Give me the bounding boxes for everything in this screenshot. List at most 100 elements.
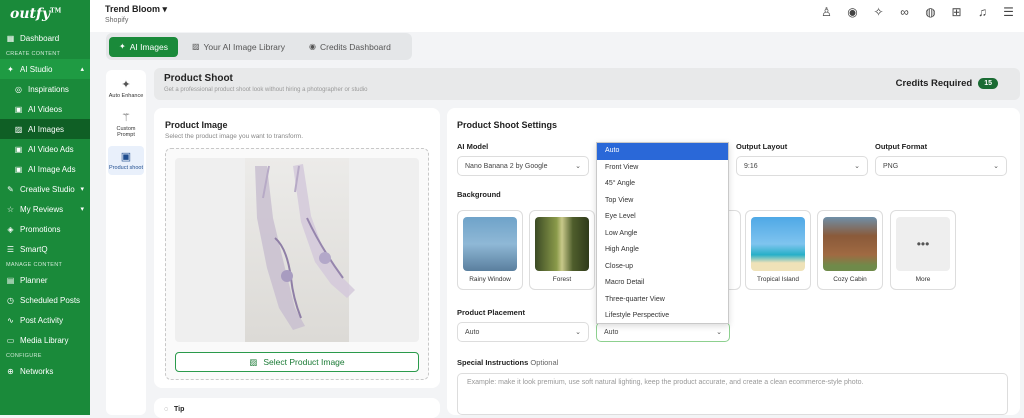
sidebar-item-media-library[interactable]: ▭ Media Library bbox=[0, 330, 90, 350]
camera-angle-dropdown: Auto Front View 45° Angle Top View Eye L… bbox=[596, 142, 729, 324]
tab-ai-images[interactable]: ✦ AI Images bbox=[109, 36, 178, 57]
rainy-window-thumbnail bbox=[463, 217, 517, 271]
tip-card[interactable]: ◌ Tip bbox=[154, 398, 440, 418]
partners-icon[interactable]: ∞ bbox=[897, 5, 912, 20]
sidebar-item-scheduled-posts[interactable]: ◷ Scheduled Posts bbox=[0, 290, 90, 310]
sidebar-item-inspirations[interactable]: ◎ Inspirations bbox=[0, 79, 90, 99]
menu-icon[interactable]: ☰ bbox=[1001, 5, 1016, 20]
chevron-up-icon: ▴ bbox=[80, 66, 84, 73]
calendar-icon: ▤ bbox=[6, 275, 15, 285]
magic-tools-icon[interactable]: ✧ bbox=[871, 5, 886, 20]
tabs-bar: ✦ AI Images ▨ Your AI Image Library ◉ Credi… bbox=[106, 33, 412, 60]
tool-product-shoot[interactable]: ▣ Product shoot bbox=[108, 146, 144, 175]
output-layout-label: Output Layout bbox=[736, 142, 788, 151]
output-format-select[interactable]: PNG ⌄ bbox=[875, 156, 1007, 176]
ai-icon: ✦ bbox=[7, 64, 14, 74]
dropdown-option-macro-detail[interactable]: Macro Detail bbox=[597, 275, 728, 292]
settings-title: Product Shoot Settings bbox=[457, 120, 557, 130]
output-format-label: Output Format bbox=[875, 142, 928, 151]
queue-icon: ☰ bbox=[6, 244, 15, 254]
sidebar-item-promotions[interactable]: ◈ Promotions bbox=[0, 219, 90, 239]
tip-label: Tip bbox=[174, 406, 185, 413]
folder-icon: ▭ bbox=[6, 335, 15, 345]
coin-icon: ◉ bbox=[308, 42, 316, 51]
tools-panel: ✦ Auto Enhance ⚚ Custom Prompt ▣ Product sh… bbox=[106, 70, 146, 415]
support-icon[interactable]: ◍ bbox=[923, 5, 938, 20]
sidebar-section-manage: MANAGE CONTENT bbox=[6, 262, 63, 268]
tab-credits-dashboard[interactable]: ◉ Credits Dashboard bbox=[299, 37, 401, 57]
product-placement-label: Product Placement bbox=[457, 308, 525, 317]
settings-card: Product Shoot Settings AI Model Nano Ban… bbox=[447, 108, 1020, 415]
sparkle-icon: ✦ bbox=[119, 42, 126, 51]
dropdown-option-front-view[interactable]: Front View bbox=[597, 160, 728, 177]
product-shoot-icon: ▣ bbox=[120, 151, 132, 163]
sidebar-item-my-reviews[interactable]: ☆ My Reviews ▾ bbox=[0, 199, 90, 219]
sidebar-item-dashboard[interactable]: ▦ Dashboard bbox=[0, 28, 90, 48]
chevron-down-icon: ⌄ bbox=[993, 163, 999, 170]
background-option-more[interactable]: ••• More bbox=[890, 210, 956, 290]
store-switcher[interactable]: Trend Bloom ▾ Shopify bbox=[105, 4, 167, 24]
dropdown-option-three-quarter-view[interactable]: Three-quarter View bbox=[597, 292, 728, 309]
product-placement-select[interactable]: Auto ⌄ bbox=[457, 322, 589, 342]
top-bar: Trend Bloom ▾ Shopify ♙ ◉ ✧ ∞ ◍ ⊞ ♫ ☰ bbox=[90, 0, 1024, 32]
sidebar-item-ai-image-ads[interactable]: ▣ AI Image Ads bbox=[0, 159, 90, 179]
sidebar-item-ai-video-ads[interactable]: ▣ AI Video Ads bbox=[0, 139, 90, 159]
image-ad-icon: ▣ bbox=[14, 164, 23, 174]
page-header: Product Shoot Get a professional product… bbox=[154, 68, 1020, 100]
chevron-down-icon: ⌄ bbox=[575, 163, 581, 170]
camera-angle-select[interactable]: Auto ⌄ bbox=[596, 322, 730, 342]
megaphone-icon: ◈ bbox=[7, 224, 14, 234]
tool-auto-enhance[interactable]: ✦ Auto Enhance bbox=[108, 74, 144, 103]
background-option-cozy-cabin[interactable]: Cozy Cabin bbox=[817, 210, 883, 290]
dropdown-option-low-angle[interactable]: Low Angle bbox=[597, 226, 728, 243]
sidebar-item-creative-studio[interactable]: ✎ Creative Studio ▾ bbox=[0, 179, 90, 199]
sidebar-item-ai-videos[interactable]: ▣ AI Videos bbox=[0, 99, 90, 119]
network-icon: ⊕ bbox=[7, 366, 14, 376]
sidebar-section-create: CREATE CONTENT bbox=[6, 51, 61, 57]
billing-icon[interactable]: ◉ bbox=[845, 5, 860, 20]
outfy-logo[interactable]: outfyTM bbox=[0, 0, 90, 28]
sidebar-item-post-activity[interactable]: ∿ Post Activity bbox=[0, 310, 90, 330]
dropdown-option-close-up[interactable]: Close-up bbox=[597, 259, 728, 276]
header-icons: ♙ ◉ ✧ ∞ ◍ ⊞ ♫ ☰ bbox=[819, 5, 1016, 20]
page-title: Product Shoot bbox=[164, 73, 233, 84]
chevron-down-icon: ⌄ bbox=[716, 329, 722, 336]
dropdown-option-lifestyle-perspective[interactable]: Lifestyle Perspective bbox=[597, 308, 728, 325]
background-option-tropical-island[interactable]: Tropical Island bbox=[745, 210, 811, 290]
grid-icon: ▦ bbox=[6, 33, 15, 43]
product-image-title: Product Image bbox=[165, 120, 228, 130]
select-product-image-button[interactable]: ▨ Select Product Image bbox=[175, 352, 419, 372]
ai-model-select[interactable]: Nano Banana 2 by Google ⌄ bbox=[457, 156, 589, 176]
image-dropzone[interactable]: ▨ Select Product Image bbox=[165, 148, 429, 380]
star-icon: ☆ bbox=[6, 204, 15, 214]
user-icon[interactable]: ♙ bbox=[819, 5, 834, 20]
gift-icon[interactable]: ⊞ bbox=[949, 5, 964, 20]
output-layout-select[interactable]: 9:16 ⌄ bbox=[736, 156, 868, 176]
sidebar-item-smartq[interactable]: ☰ SmartQ bbox=[0, 239, 90, 259]
special-instructions-input[interactable]: Example: make it look premium, use soft … bbox=[457, 373, 1008, 415]
product-image-card: Product Image Select the product image y… bbox=[154, 108, 440, 388]
sidebar-item-planner[interactable]: ▤ Planner bbox=[0, 270, 90, 290]
sidebar-item-networks[interactable]: ⊕ Networks bbox=[0, 361, 90, 381]
dropdown-option-auto[interactable]: Auto bbox=[597, 143, 728, 160]
background-option-forest[interactable]: Forest bbox=[529, 210, 595, 290]
sidebar-item-ai-studio[interactable]: ✦ AI Studio ▴ bbox=[0, 59, 90, 79]
tool-custom-prompt[interactable]: ⚚ Custom Prompt bbox=[108, 107, 144, 142]
activity-icon: ∿ bbox=[7, 315, 14, 325]
sidebar-item-ai-images[interactable]: ▨ AI Images bbox=[0, 119, 90, 139]
dropdown-option-top-view[interactable]: Top View bbox=[597, 193, 728, 210]
background-option-rainy-window[interactable]: Rainy Window bbox=[457, 210, 523, 290]
dropdown-option-eye-level[interactable]: Eye Level bbox=[597, 209, 728, 226]
page-description: Get a professional product shoot look wi… bbox=[164, 87, 368, 93]
dropdown-option-high-angle[interactable]: High Angle bbox=[597, 242, 728, 259]
credits-required: Credits Required 15 bbox=[896, 78, 998, 89]
tip-bulb-icon: ◌ bbox=[164, 406, 169, 413]
sparkles-icon: ✦ bbox=[121, 79, 131, 91]
special-instructions-label: Special Instructions Optional bbox=[457, 358, 559, 367]
video-ad-icon: ▣ bbox=[14, 144, 23, 154]
ai-model-label: AI Model bbox=[457, 142, 489, 151]
tab-image-library[interactable]: ▨ Your AI Image Library bbox=[182, 37, 295, 57]
dropdown-option-45-angle[interactable]: 45° Angle bbox=[597, 176, 728, 193]
notification-bell-icon[interactable]: ♫ bbox=[975, 5, 990, 20]
product-image-subtitle: Select the product image you want to tra… bbox=[165, 133, 304, 140]
